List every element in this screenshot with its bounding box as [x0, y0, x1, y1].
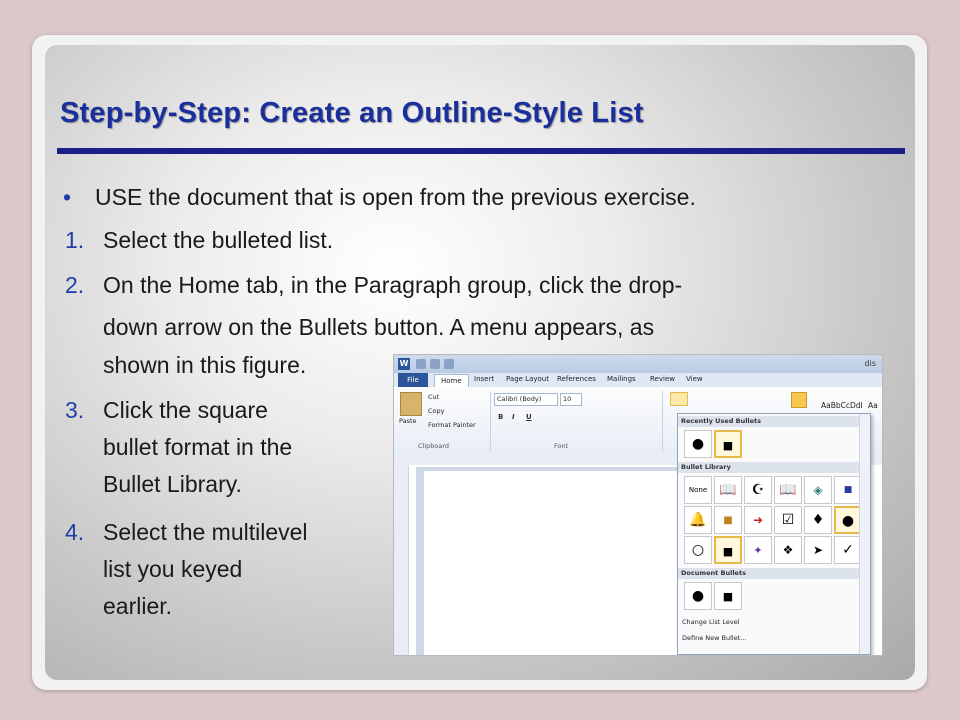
bullet-book-icon[interactable]: 📖 [714, 476, 742, 504]
bold-button[interactable]: B [498, 413, 503, 421]
recent-bullet-dot[interactable]: ● [684, 430, 712, 458]
tab-page-layout[interactable]: Page Layout [506, 375, 549, 383]
bullet-dot-selected[interactable]: ● [834, 506, 862, 534]
redo-icon[interactable] [444, 359, 454, 369]
step-4-line-1: Select the multilevel [103, 519, 308, 545]
show-formatting-icon[interactable] [791, 392, 807, 408]
style-preview-2[interactable]: Aa [868, 401, 878, 410]
slide-title: Step-by-Step: Create an Outline-Style Li… [60, 97, 644, 129]
window-title: dis [864, 359, 876, 368]
bullet-diamond-icon[interactable]: ◈ [804, 476, 832, 504]
step-number: 1. [65, 227, 85, 253]
bullet-star-icon[interactable]: ✦ [744, 536, 772, 564]
recently-used-header: Recently Used Bullets [678, 416, 861, 427]
define-new-bullet-item[interactable]: Define New Bullet... [682, 634, 746, 642]
step-2-line-2: down arrow on the Bullets button. A menu… [103, 314, 655, 340]
bullet-text: USE the document that is open from the p… [95, 184, 696, 210]
font-group-label: Font [554, 442, 569, 450]
bullets-button[interactable] [670, 392, 688, 406]
tab-review[interactable]: Review [650, 375, 675, 383]
bullet-book-icon[interactable]: 📖 [774, 476, 802, 504]
tab-insert[interactable]: Insert [474, 375, 494, 383]
bullet-arrowhead-icon[interactable]: ➤ [804, 536, 832, 564]
recent-bullet-square[interactable]: ■ [714, 430, 742, 458]
change-list-level-item[interactable]: Change List Level [682, 618, 740, 626]
define-new-bullet-label: Define New Bullet... [682, 634, 747, 642]
document-page[interactable] [424, 471, 684, 655]
bullets-dropdown: Recently Used Bullets ● ■ Bullet Library… [677, 413, 871, 655]
step-number: 3. [65, 397, 85, 423]
step-4-line-2: list you keyed [103, 556, 243, 582]
step-4-line-3: earlier. [103, 593, 173, 619]
tab-file[interactable]: File [398, 373, 428, 387]
bullet-none[interactable]: None [684, 476, 712, 504]
step-number: 4. [65, 519, 85, 545]
bullet-arrow-icon[interactable]: ➜ [744, 506, 772, 534]
italic-button[interactable]: I [512, 413, 515, 421]
undo-icon[interactable] [430, 359, 440, 369]
step-number: 2. [65, 272, 85, 298]
bullet-gold-square-icon[interactable]: ■ [714, 506, 742, 534]
quick-access-toolbar: W dis [394, 355, 882, 373]
tab-mailings[interactable]: Mailings [607, 375, 636, 383]
bullet-library-header: Bullet Library [678, 462, 861, 473]
change-list-level-label: Change List Level [682, 618, 740, 626]
document-bullet-square[interactable]: ■ [714, 582, 742, 610]
step-2-line-3: shown in this figure. [103, 352, 307, 378]
word-screenshot: W dis File Home Insert Page Layout Refer… [393, 354, 883, 656]
bullet-hollow-circle-icon[interactable]: ○ [684, 536, 712, 564]
tab-view[interactable]: View [686, 375, 703, 383]
word-app-icon: W [398, 358, 410, 370]
ribbon-tabs: File Home Insert Page Layout References … [394, 373, 882, 388]
paste-icon[interactable] [400, 392, 422, 416]
font-size-field[interactable]: 10 [560, 393, 582, 406]
square-bullet-format[interactable]: ■ [714, 536, 742, 564]
slide: Step-by-Step: Create an Outline-Style Li… [45, 45, 915, 680]
bullet-four-diamonds-icon[interactable]: ❖ [774, 536, 802, 564]
group-divider [662, 391, 663, 451]
save-icon[interactable] [416, 359, 426, 369]
bullet-checkbox-icon[interactable]: ☑ [774, 506, 802, 534]
step-3-line-3: Bullet Library. [103, 471, 242, 497]
bullet-black-diamond-icon[interactable]: ♦ [804, 506, 832, 534]
bullet-marker: • [63, 184, 72, 210]
style-preview[interactable]: AaBbCcDdI [821, 401, 863, 410]
format-painter-button[interactable]: Format Painter [428, 421, 476, 429]
copy-button[interactable]: Copy [428, 407, 445, 415]
tab-references[interactable]: References [557, 375, 596, 383]
bullet-moon-star-icon[interactable]: ☪ [744, 476, 772, 504]
document-bullet-dot[interactable]: ● [684, 582, 712, 610]
vertical-ruler [394, 455, 409, 655]
paste-label[interactable]: Paste [399, 417, 417, 425]
bullet-bell-icon[interactable]: 🔔 [684, 506, 712, 534]
step-3-line-1: Click the square [103, 397, 268, 423]
step-1-text: Select the bulleted list. [103, 227, 334, 253]
menu-scrollbar[interactable] [859, 414, 870, 654]
step-2-line-1: On the Home tab, in the Paragraph group,… [103, 272, 683, 298]
bullet-blue-square-icon[interactable]: ■ [834, 476, 862, 504]
document-bullets-header: Document Bullets [678, 568, 861, 579]
bullet-checkmark-icon[interactable]: ✓ [834, 536, 862, 564]
tab-home[interactable]: Home [434, 374, 469, 388]
clipboard-group-label: Clipboard [418, 442, 450, 450]
title-underline [57, 148, 905, 154]
font-name-field[interactable]: Calibri (Body) [494, 393, 558, 406]
step-3-line-2: bullet format in the [103, 434, 293, 460]
group-divider [490, 391, 491, 451]
underline-button[interactable]: U [526, 413, 532, 421]
cut-button[interactable]: Cut [428, 393, 439, 401]
